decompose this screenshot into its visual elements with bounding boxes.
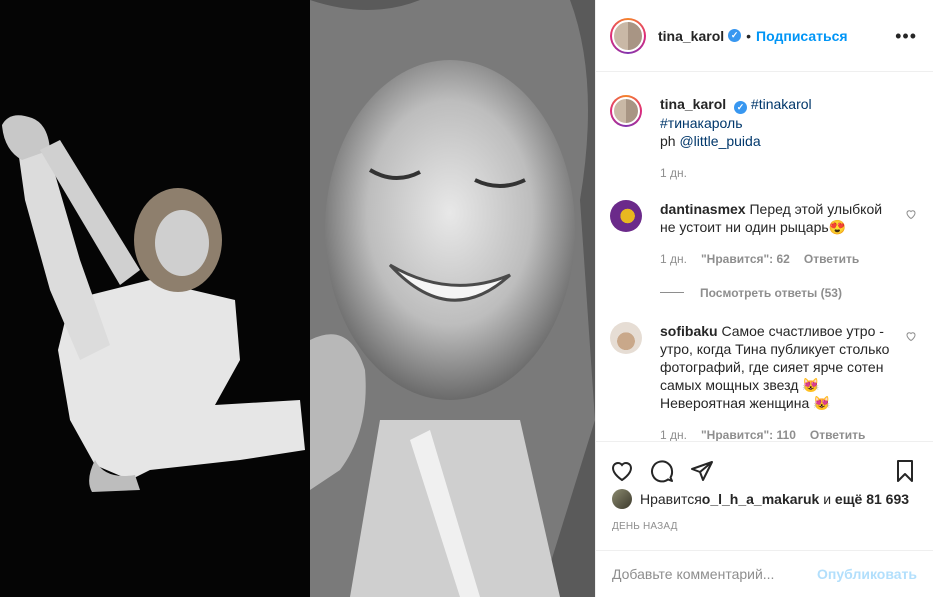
post-timestamp[interactable]: День назад xyxy=(612,521,678,532)
caption-hashtag-1[interactable]: #tinakarol xyxy=(751,96,812,112)
caption: tina_karol ✓ #tinakarol #тинакароль ph @… xyxy=(610,95,917,182)
comment-time[interactable]: 1 дн. xyxy=(660,250,687,268)
commenter-username[interactable]: sofibaku xyxy=(660,323,718,339)
caption-username[interactable]: tina_karol xyxy=(660,96,726,112)
heart-icon[interactable] xyxy=(905,330,917,342)
comment-time[interactable]: 1 дн. xyxy=(660,426,687,442)
likes-middle: и xyxy=(819,491,835,507)
photo-left-seated-pose xyxy=(0,0,310,597)
like-heart-icon[interactable] xyxy=(610,459,634,483)
author-avatar[interactable] xyxy=(610,17,646,54)
comments-list[interactable]: tina_karol ✓ #tinakarol #тинакароль ph @… xyxy=(596,73,933,441)
comment-bubble-icon[interactable] xyxy=(650,459,674,483)
caption-meta: 1 дн. xyxy=(660,164,891,182)
comment-meta: 1 дн. "Нравится": 62 Ответить xyxy=(660,250,891,268)
view-replies-label: Посмотреть ответы (53) xyxy=(700,285,842,300)
post-sidebar: tina_karol ✓ • Подписаться ••• tina_karo… xyxy=(595,0,933,597)
comment-item: dantinasmex Перед этой улыбкой не устоит… xyxy=(610,199,917,268)
view-replies-button[interactable]: Посмотреть ответы (53) xyxy=(660,286,917,300)
commenter-avatar[interactable] xyxy=(610,321,642,354)
comment-meta: 1 дн. "Нравится": 110 Ответить xyxy=(660,426,891,442)
verified-badge-icon: ✓ xyxy=(728,29,742,42)
post-photo[interactable] xyxy=(0,0,595,597)
comment-likes[interactable]: "Нравится": 62 xyxy=(701,250,790,268)
comment-item: sofibaku Самое счастливое утро - утро, к… xyxy=(610,321,917,442)
liker-avatar[interactable] xyxy=(612,489,632,509)
comment-input[interactable] xyxy=(612,566,818,582)
header-separator: • xyxy=(746,27,752,44)
author-username[interactable]: tina_karol xyxy=(658,28,724,44)
publish-button[interactable]: Опубликовать xyxy=(817,566,917,582)
action-bar xyxy=(596,441,933,486)
liker-username[interactable]: o_l_h_a_makaruk xyxy=(702,491,820,507)
verified-badge-icon: ✓ xyxy=(734,100,748,114)
comment-likes[interactable]: "Нравится": 110 xyxy=(701,426,796,442)
bookmark-icon[interactable] xyxy=(893,459,917,483)
more-horizontal-icon[interactable]: ••• xyxy=(895,27,917,45)
likes-count[interactable]: ещё 81 693 xyxy=(835,491,909,507)
commenter-avatar[interactable] xyxy=(610,199,642,232)
likes-prefix: Нравится xyxy=(640,491,702,507)
caption-time[interactable]: 1 дн. xyxy=(660,164,687,182)
reply-button[interactable]: Ответить xyxy=(810,426,865,442)
caption-avatar[interactable] xyxy=(610,95,642,127)
replies-divider xyxy=(660,292,684,293)
reply-button[interactable]: Ответить xyxy=(804,250,859,268)
follow-button[interactable]: Подписаться xyxy=(756,28,848,44)
heart-icon[interactable] xyxy=(905,208,917,220)
post-header: tina_karol ✓ • Подписаться ••• xyxy=(596,0,933,72)
caption-ph-prefix: ph xyxy=(660,132,680,149)
caption-hashtag-2[interactable]: #тинакароль xyxy=(660,115,742,131)
photo-right-smiling-portrait xyxy=(310,0,595,597)
add-comment-box: Опубликовать xyxy=(596,550,933,597)
share-send-icon[interactable] xyxy=(690,459,714,483)
likes-summary: Нравится o_l_h_a_makaruk и ещё 81 693 xyxy=(612,489,917,509)
commenter-username[interactable]: dantinasmex xyxy=(660,201,746,217)
caption-mention[interactable]: @little_puida xyxy=(679,133,760,149)
